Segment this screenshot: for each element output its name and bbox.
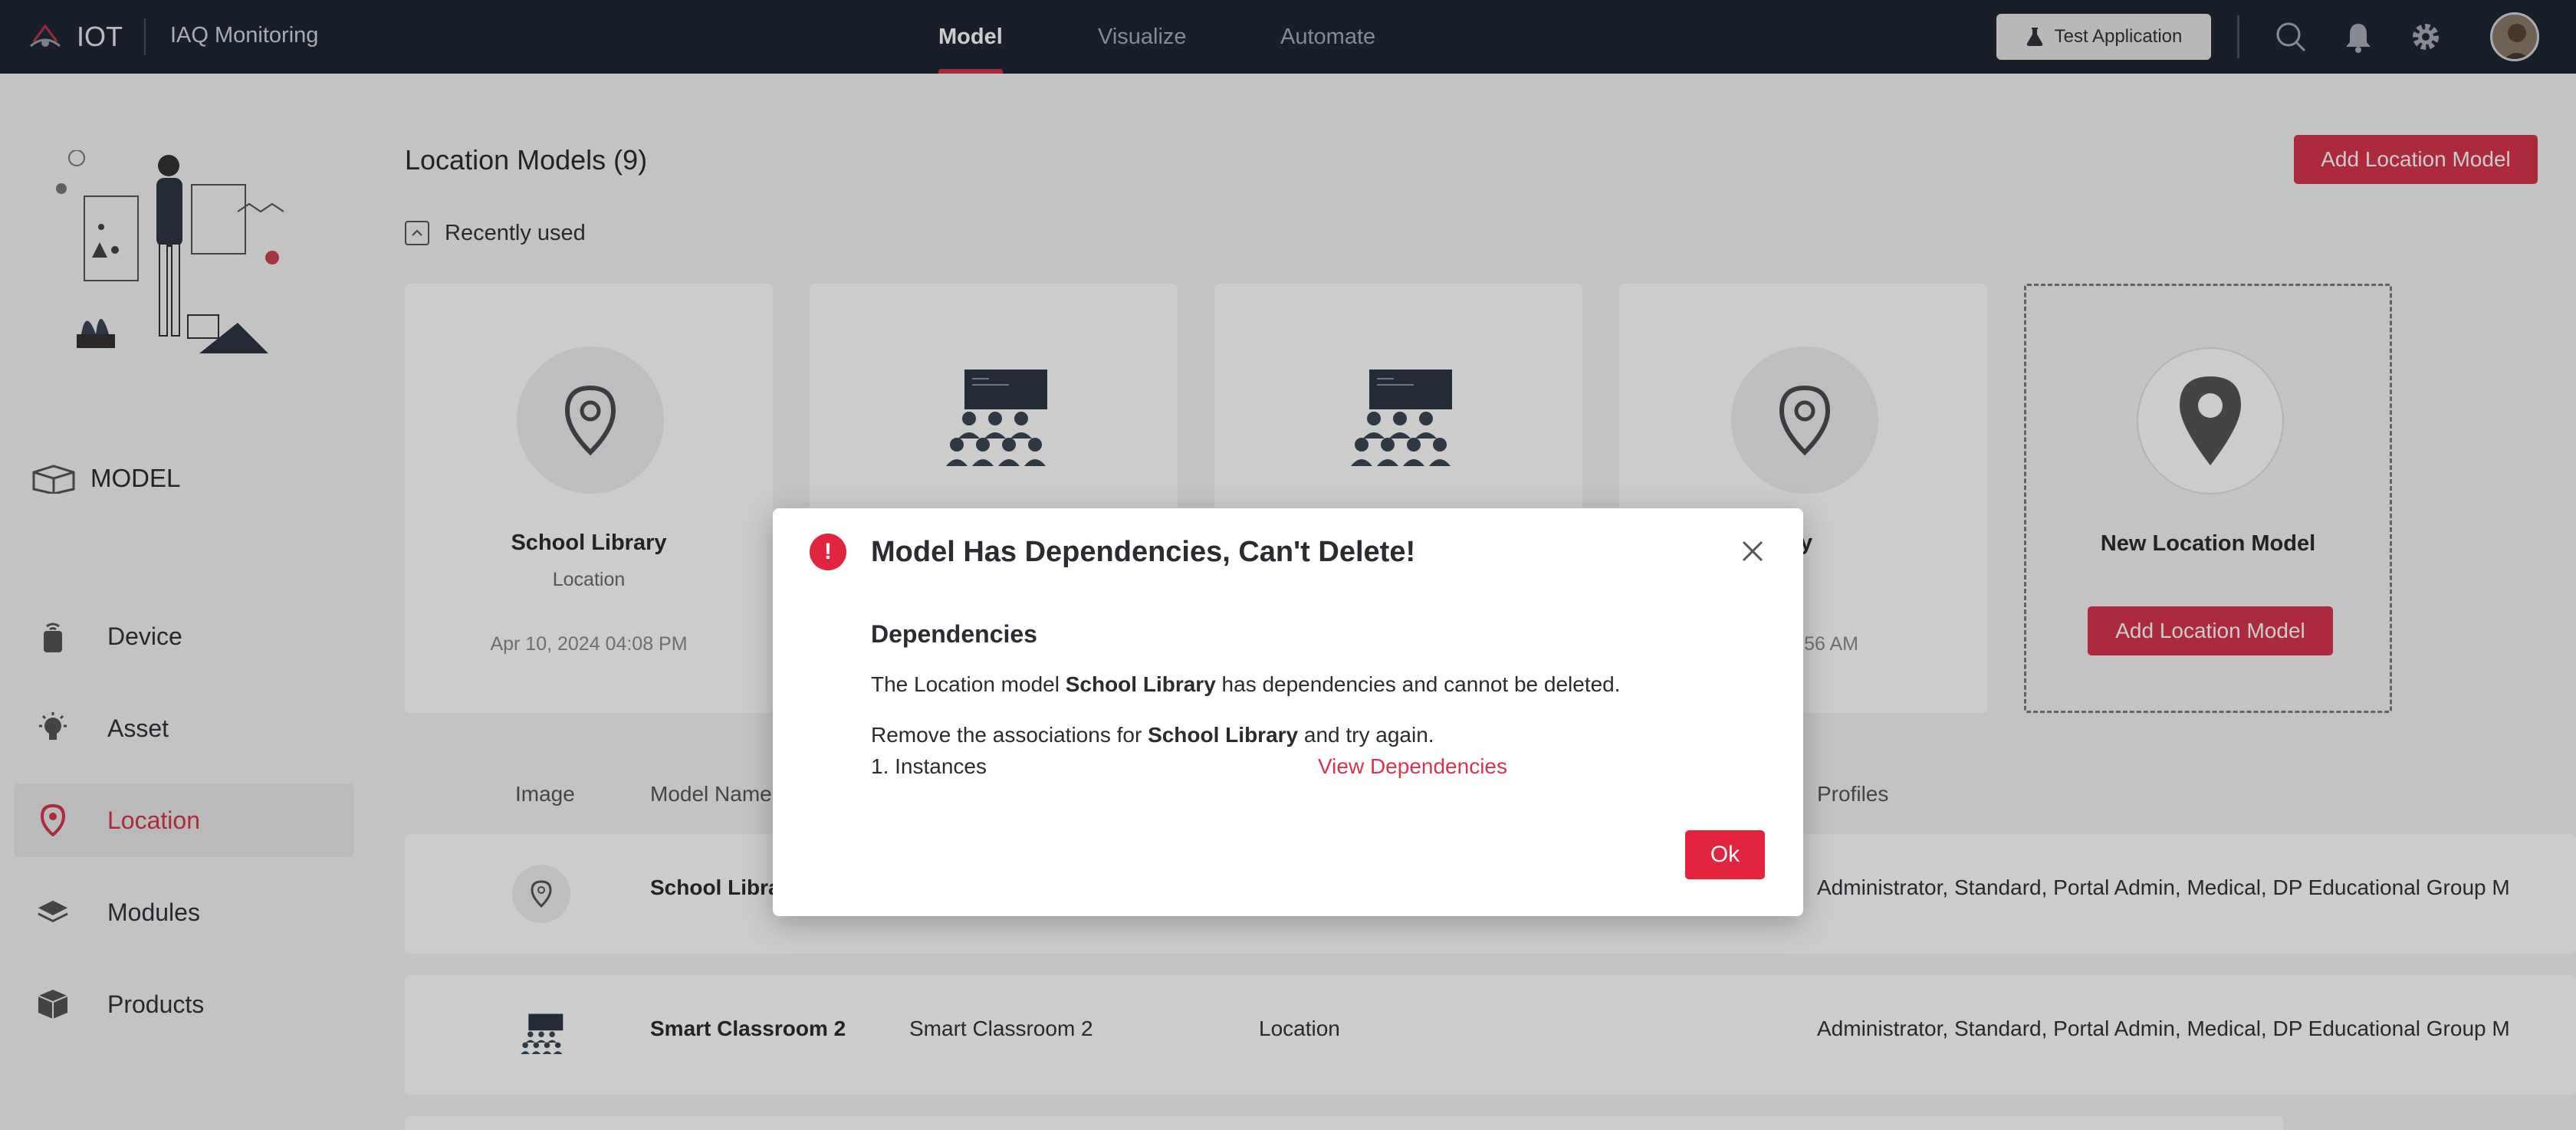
ok-button[interactable]: Ok [1685,830,1765,879]
message-text: has dependencies and cannot be deleted. [1215,672,1621,696]
instruction-message: Remove the associations for School Libra… [871,723,1434,747]
close-icon[interactable] [1737,536,1768,567]
view-dependencies-link[interactable]: View Dependencies [1318,754,1507,779]
dependencies-dialog: ! Model Has Dependencies, Can't Delete! … [773,508,1803,916]
dependency-item: 1. Instances [871,754,987,778]
warning-icon: ! [810,534,846,570]
message-text: and try again. [1298,723,1434,747]
message-text: The Location model [871,672,1066,696]
dialog-title: Model Has Dependencies, Can't Delete! [871,536,1416,568]
dependencies-heading: Dependencies [871,620,1037,648]
dependency-message: The Location model School Library has de… [871,672,1621,697]
model-name-text: School Library [1065,672,1216,696]
model-name-text: School Library [1148,723,1299,747]
message-text: Remove the associations for [871,723,1148,747]
